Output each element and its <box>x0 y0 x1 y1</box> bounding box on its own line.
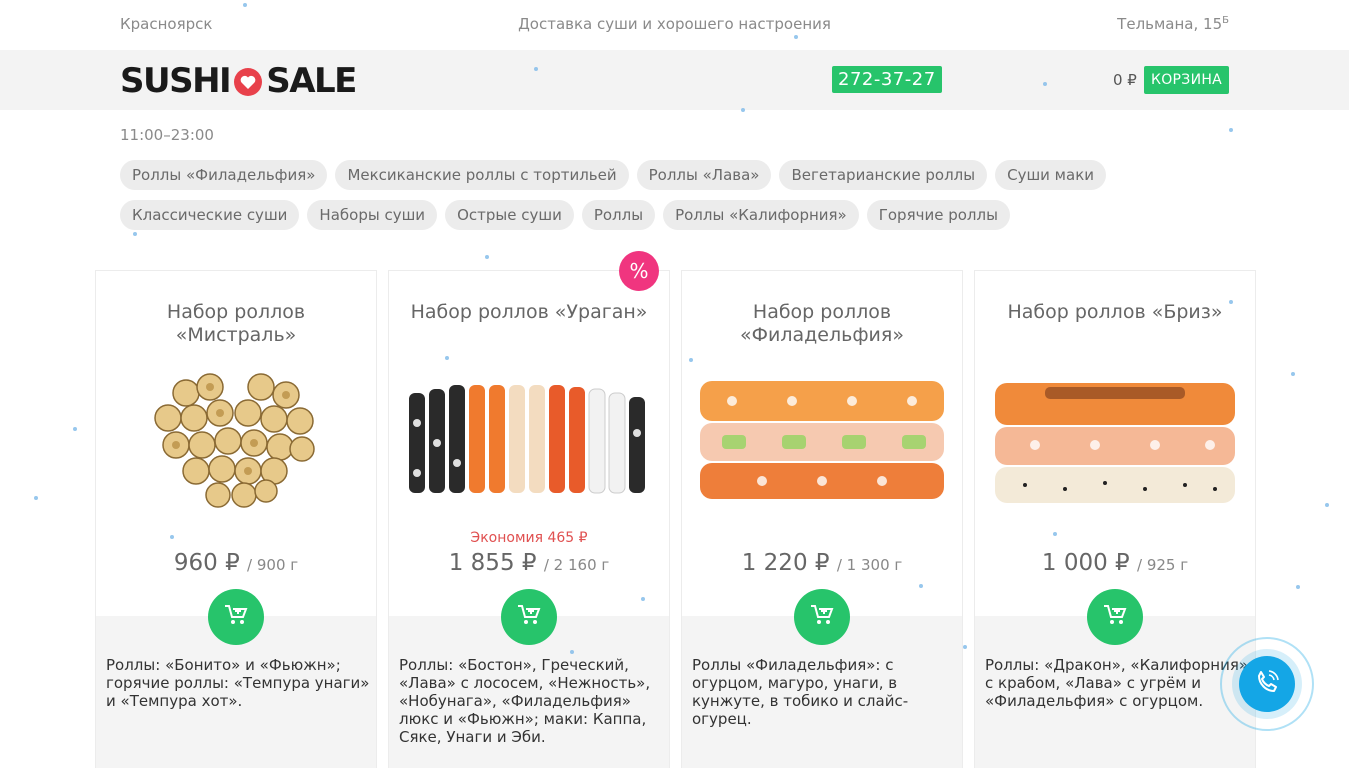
product-description: Роллы: «Бонито» и «Фьюжн»; горячие роллы… <box>106 656 370 710</box>
price-value: 1 220 ₽ <box>741 550 830 576</box>
decor-dot <box>534 67 538 71</box>
add-to-cart-button[interactable] <box>208 589 264 645</box>
product-price: 1 000 ₽ / 925 г <box>975 550 1255 576</box>
category-lava-rolls[interactable]: Роллы «Лава» <box>636 160 772 190</box>
product-photo[interactable] <box>106 363 366 513</box>
decor-dot <box>741 108 745 112</box>
product-card[interactable]: Набор роллов «Филадельфия» 1 220 ₽ / 1 3… <box>681 270 963 768</box>
product-photo[interactable] <box>692 363 952 513</box>
product-description: Роллы: «Бостон», Греческий, «Лава» с лос… <box>399 656 651 746</box>
logo-text-right: SALE <box>266 61 357 101</box>
decor-dot <box>963 645 967 649</box>
product-weight: / 2 160 г <box>543 556 610 574</box>
category-list: Роллы «Филадельфия» Мексиканские роллы с… <box>120 160 1120 230</box>
product-title[interactable]: Набор роллов «Бриз» <box>983 301 1247 324</box>
decor-dot <box>641 597 645 601</box>
category-spicy-sushi[interactable]: Острые суши <box>445 200 574 230</box>
callback-widget[interactable] <box>1220 637 1314 731</box>
category-sushi-maki[interactable]: Суши маки <box>995 160 1107 190</box>
top-bar: Доставка суши и хорошего настроения Крас… <box>0 0 1349 50</box>
address-text: Тельмана, 15 <box>1117 15 1223 33</box>
opening-hours: 11:00–23:00 <box>120 126 214 144</box>
price-value: 1 000 ₽ <box>1041 550 1130 576</box>
decor-dot <box>170 535 174 539</box>
cart-sum: 0 ₽ <box>1113 71 1137 89</box>
product-grid: Набор роллов «Мистраль» 960 ₽ / 900 г Ро… <box>95 270 1256 768</box>
decor-dot <box>689 358 693 362</box>
sale-badge: % <box>619 251 659 291</box>
product-photo[interactable] <box>399 363 659 513</box>
category-rolls[interactable]: Роллы <box>581 200 656 230</box>
decor-dot <box>34 496 38 500</box>
product-photo[interactable] <box>985 363 1245 513</box>
product-description: Роллы: «Дракон», «Калифорния» с крабом, … <box>985 656 1249 710</box>
decor-dot <box>133 232 137 236</box>
decor-dot <box>243 3 247 7</box>
decor-dot <box>1229 300 1233 304</box>
price-value: 960 ₽ <box>173 550 240 576</box>
product-description: Роллы «Филадельфия»: с огурцом, магуро, … <box>692 656 909 728</box>
logo-text-left: SUSHI <box>120 61 232 101</box>
product-weight: / 900 г <box>247 556 299 574</box>
product-card[interactable]: Набор роллов «Мистраль» 960 ₽ / 900 г Ро… <box>95 270 377 768</box>
callback-button[interactable] <box>1239 656 1295 712</box>
product-weight: / 925 г <box>1137 556 1189 574</box>
decor-dot <box>794 35 798 39</box>
decor-dot <box>570 650 574 654</box>
decor-dot <box>73 427 77 431</box>
header: SUSHI SALE 272-37-27 0 ₽ КОРЗИНА <box>0 50 1349 110</box>
decor-dot <box>1291 372 1295 376</box>
decor-dot <box>919 584 923 588</box>
product-weight: / 1 300 г <box>836 556 903 574</box>
decor-dot <box>1296 585 1300 589</box>
product-price: 960 ₽ / 900 г <box>96 550 376 576</box>
city-selector[interactable]: Красноярск <box>120 15 212 33</box>
cart-plus-icon <box>224 604 248 630</box>
product-card[interactable]: Набор роллов «Бриз» 1 000 ₽ / 925 г Ролл… <box>974 270 1256 768</box>
category-mexican-rolls[interactable]: Мексиканские роллы с тортильей <box>335 160 629 190</box>
category-hot-rolls[interactable]: Горячие роллы <box>866 200 1010 230</box>
decor-dot <box>1043 82 1047 86</box>
category-sushi-sets[interactable]: Наборы суши <box>307 200 438 230</box>
decor-dot <box>1325 503 1329 507</box>
decor-dot <box>445 356 449 360</box>
saving-label: Экономия 465 ₽ <box>470 530 588 546</box>
decor-dot <box>485 255 489 259</box>
price-value: 1 855 ₽ <box>448 550 537 576</box>
product-title[interactable]: Набор роллов «Ураган» <box>397 301 661 324</box>
address: Тельмана, 15Б <box>1117 15 1229 33</box>
product-price: 1 855 ₽ / 2 160 г <box>389 550 669 576</box>
decor-dot <box>1229 128 1233 132</box>
add-to-cart-button[interactable] <box>501 589 557 645</box>
heart-icon <box>233 66 263 96</box>
category-vegetarian-rolls[interactable]: Вегетарианские роллы <box>779 160 988 190</box>
phone-number[interactable]: 272-37-27 <box>832 66 942 93</box>
cart-button[interactable]: КОРЗИНА <box>1144 66 1230 94</box>
decor-dot <box>1053 532 1057 536</box>
add-to-cart-button[interactable] <box>794 589 850 645</box>
address-suffix: Б <box>1222 15 1229 26</box>
product-price: 1 220 ₽ / 1 300 г <box>682 550 962 576</box>
category-classic-sushi[interactable]: Классические суши <box>120 200 300 230</box>
callback-widget-ring <box>1232 649 1302 719</box>
add-to-cart-button[interactable] <box>1087 589 1143 645</box>
product-title[interactable]: Набор роллов «Мистраль» <box>104 301 368 347</box>
logo[interactable]: SUSHI SALE <box>120 61 357 101</box>
product-title[interactable]: Набор роллов «Филадельфия» <box>690 301 954 347</box>
cart-plus-icon <box>1103 604 1127 630</box>
cart-plus-icon <box>517 604 541 630</box>
phone-icon <box>1254 669 1280 699</box>
cart-plus-icon <box>810 604 834 630</box>
category-california-rolls[interactable]: Роллы «Калифорния» <box>663 200 859 230</box>
product-card[interactable]: Набор роллов «Ураган» Экономия 465 ₽ 1 8… <box>388 270 670 768</box>
category-philadelphia-rolls[interactable]: Роллы «Филадельфия» <box>120 160 328 190</box>
